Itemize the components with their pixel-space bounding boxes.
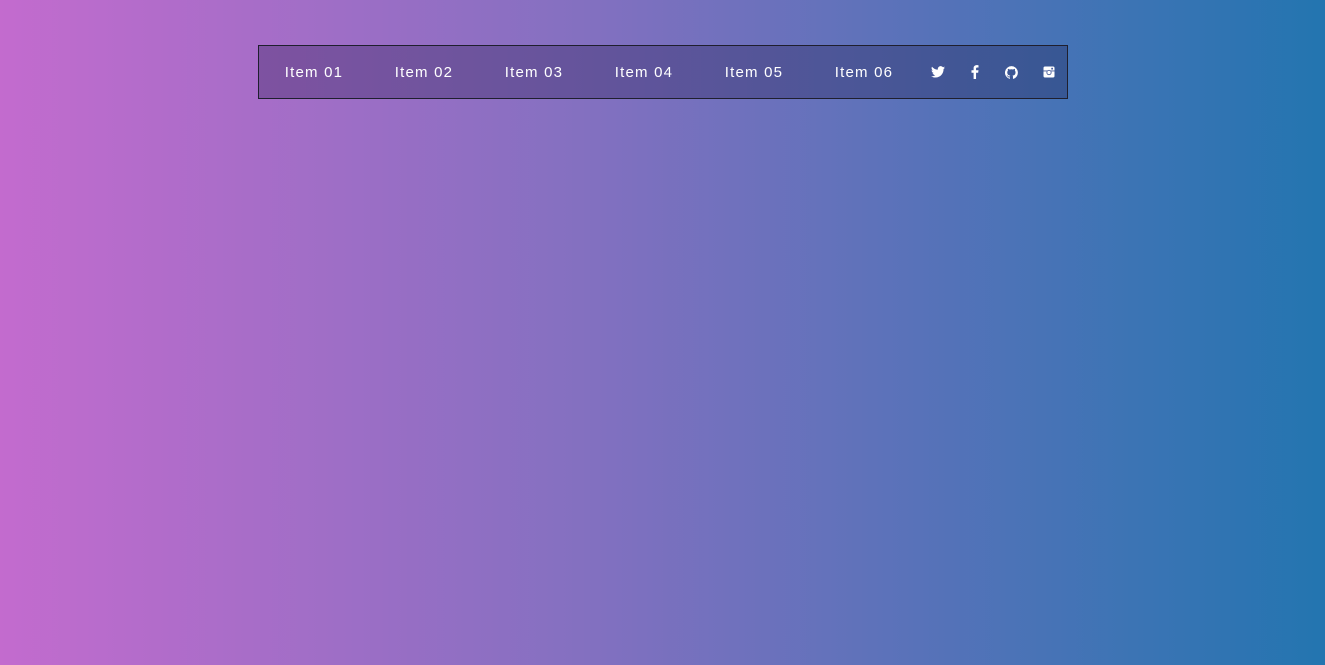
- nav-item-01[interactable]: Item 01: [259, 46, 369, 98]
- facebook-link[interactable]: [956, 46, 993, 98]
- social-links: [919, 46, 1067, 98]
- github-icon: [1005, 65, 1018, 79]
- nav-item-02[interactable]: Item 02: [369, 46, 479, 98]
- top-navbar: Item 01 Item 02 Item 03 Item 04 Item 05 …: [258, 45, 1068, 99]
- twitter-link[interactable]: [919, 46, 956, 98]
- instagram-icon: [1043, 66, 1055, 78]
- nav-menu: Item 01 Item 02 Item 03 Item 04 Item 05 …: [259, 46, 919, 98]
- twitter-icon: [930, 66, 945, 78]
- facebook-icon: [971, 65, 979, 79]
- nav-item-04[interactable]: Item 04: [589, 46, 699, 98]
- nav-item-03[interactable]: Item 03: [479, 46, 589, 98]
- nav-item-06[interactable]: Item 06: [809, 46, 919, 98]
- github-link[interactable]: [993, 46, 1030, 98]
- nav-item-05[interactable]: Item 05: [699, 46, 809, 98]
- instagram-link[interactable]: [1030, 46, 1067, 98]
